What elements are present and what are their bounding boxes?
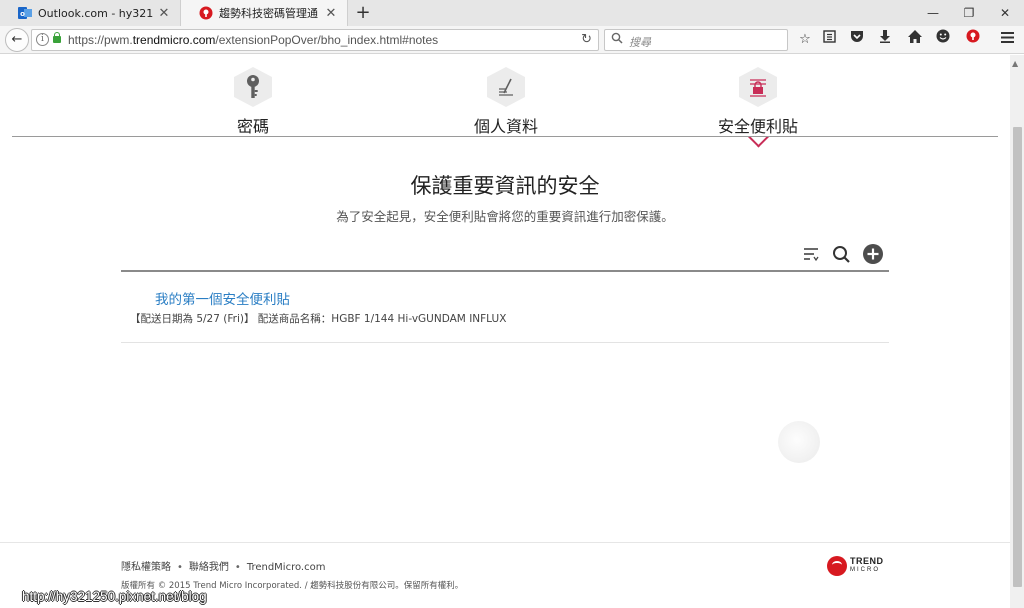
scrollbar-thumb[interactable] [1013,127,1022,587]
url-bar[interactable]: i https://pwm.trendmicro.com/extensionPo… [31,29,599,51]
logo-text: TREND MICRO [850,557,884,575]
tab-personal-info[interactable]: 個人資料 [446,67,566,137]
info-icon[interactable]: i [36,33,49,46]
tab-label: 密碼 [236,117,269,136]
search-bar[interactable]: 搜尋 [604,29,788,51]
home-icon[interactable] [904,29,926,51]
tab-secure-notes[interactable]: 安全便利貼 [698,67,818,137]
notes-toolbar [799,242,889,266]
svg-text:o: o [20,10,25,18]
url-text: https://pwm.trendmicro.com/extensionPopO… [68,33,438,47]
secure-note-icon [739,67,777,107]
url-host: trendmicro.com [132,33,216,47]
trendmicro-link[interactable]: TrendMicro.com [247,562,326,573]
list-item[interactable]: 我的第一個安全便利貼 【配送日期為 5/27 (Fri)】 配送商品名稱：HGB… [121,272,889,343]
emoji-extension-icon[interactable] [932,29,954,51]
sort-icon[interactable] [799,242,823,266]
new-tab-button[interactable]: + [352,2,374,24]
browser-tab-outlook[interactable]: o Outlook.com - hy32125... ✕ [0,0,180,26]
tab-label: Outlook.com - hy32125... [38,6,154,20]
search-icon[interactable] [829,242,853,266]
restore-icon[interactable]: ❐ [952,0,986,26]
download-icon[interactable] [874,29,896,51]
close-icon[interactable]: ✕ [321,6,341,21]
footer-links: 隱私權策略 • 聯絡我們 • TrendMicro.com [121,558,325,573]
reading-list-icon[interactable] [818,29,840,51]
loading-spinner [778,421,820,463]
contact-us-link[interactable]: 聯絡我們 [189,562,229,573]
scroll-up-icon[interactable]: ▲ [1012,59,1018,68]
profile-pen-icon [487,67,525,107]
separator: • [177,562,183,573]
trendmicro-logo: TREND MICRO [827,555,884,577]
scrollbar[interactable]: ▲ [1010,55,1024,608]
page-content: 密碼 個人資料 安全便利貼 保護重要資訊的安全 為了安全起見，安全便利貼會將您的… [0,55,1010,608]
close-icon[interactable]: ✕ [154,6,174,21]
page-title: 保護重要資訊的安全 [410,174,600,198]
logo-word-trend: TREND [850,556,884,566]
logo-word-micro: MICRO [850,567,880,573]
nav-bar: ← i https://pwm.trendmicro.com/extension… [0,26,1024,54]
add-note-icon[interactable] [861,242,885,266]
reload-icon[interactable]: ↻ [581,32,592,47]
tab-passwords[interactable]: 密碼 [193,67,313,137]
note-description: 【配送日期為 5/27 (Fri)】 配送商品名稱：HGBF 1/144 Hi-… [130,313,507,325]
lock-icon [53,32,61,43]
trendmicro-pwm-icon [199,6,213,20]
back-button[interactable]: ← [5,28,29,52]
search-icon [611,32,623,47]
watermark: http://hy321250.pixnet.net/blog [22,589,207,604]
hamburger-menu-icon[interactable] [996,29,1018,51]
pocket-icon[interactable] [846,29,868,51]
separator: • [234,562,241,573]
privacy-policy-link[interactable]: 隱私權策略 [121,562,171,573]
tab-strip: o Outlook.com - hy32125... ✕ 趨勢科技密碼管理通 ✕… [0,0,1024,26]
url-prefix: https://pwm. [68,33,133,47]
search-placeholder: 搜尋 [629,36,651,49]
trendmicro-logo-mark [827,556,847,576]
url-path: /extensionPopOver/bho_index.html#notes [215,33,439,47]
page-subtitle: 為了安全起見，安全便利貼會將您的重要資訊進行加密保護。 [336,209,674,224]
tab-label: 個人資料 [473,117,538,136]
outlook-icon: o [18,6,32,20]
tab-label: 趨勢科技密碼管理通 [219,7,318,20]
trendmicro-extension-icon[interactable] [962,29,984,51]
close-window-icon[interactable]: ✕ [988,0,1022,26]
bookmark-star-icon[interactable]: ☆ [794,29,816,51]
tab-label: 安全便利貼 [717,117,798,136]
selected-tab-indicator [746,137,770,149]
category-tabs: 密碼 個人資料 安全便利貼 [12,55,998,137]
note-title[interactable]: 我的第一個安全便利貼 [155,288,290,308]
minimize-icon[interactable]: — [916,0,950,26]
key-icon [234,67,272,107]
browser-tab-pwm[interactable]: 趨勢科技密碼管理通 ✕ [180,0,348,26]
